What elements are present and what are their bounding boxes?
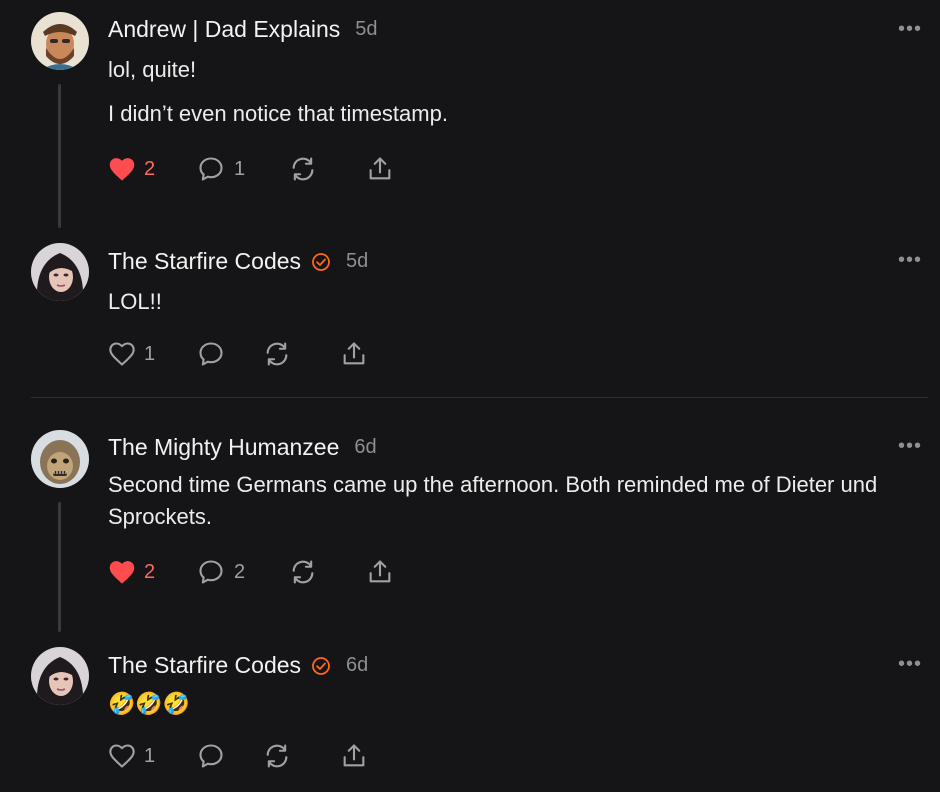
verified-badge-icon [311, 656, 331, 676]
timestamp[interactable]: 5d [355, 18, 377, 41]
reply-count: 1 [234, 157, 246, 180]
comment-header: The Mighty Humanzee 6d [108, 434, 377, 461]
avatar[interactable] [31, 12, 89, 70]
avatar-starfire-icon [31, 243, 89, 301]
reply-button[interactable] [196, 742, 262, 770]
avatar[interactable] [31, 243, 89, 301]
restack-icon [292, 157, 314, 181]
like-button[interactable]: 1 [108, 341, 196, 367]
reply-count: 2 [234, 560, 246, 583]
restack-button[interactable] [288, 558, 366, 586]
speech-bubble-icon [199, 560, 223, 584]
comment-header: Andrew | Dad Explains 5d [108, 16, 378, 43]
restack-button[interactable] [262, 340, 340, 368]
comment-paragraph: Second time Germans came up the afternoo… [108, 472, 878, 529]
comment-body: LOL!! [108, 286, 923, 318]
speech-bubble-icon [199, 744, 223, 768]
avatar-starfire-icon [31, 647, 89, 705]
like-count: 2 [144, 560, 156, 583]
share-icon [369, 157, 391, 180]
share-button[interactable] [340, 340, 368, 368]
heart-outline-icon [109, 342, 135, 366]
timestamp[interactable]: 6d [354, 436, 376, 459]
more-options-icon[interactable]: ••• [898, 19, 922, 39]
comment-paragraph: lol, quite! [108, 57, 197, 82]
speech-bubble-icon [199, 157, 223, 181]
timestamp[interactable]: 6d [346, 654, 368, 677]
restack-button[interactable] [288, 155, 366, 183]
comment-actions: 1 [108, 742, 368, 770]
comment-body: 🤣🤣🤣 [108, 688, 923, 720]
author-name[interactable]: The Starfire Codes [108, 248, 301, 275]
comment: The Starfire Codes 5d ••• LOL!! 1 [0, 240, 940, 396]
comment-paragraph: LOL!! [108, 289, 162, 314]
like-button[interactable]: 1 [108, 743, 196, 769]
author-name[interactable]: The Starfire Codes [108, 652, 301, 679]
comment-body: lol, quite! I didn’t even notice that ti… [108, 54, 923, 130]
comment-paragraph: 🤣🤣🤣 [108, 691, 191, 716]
comment-actions: 2 1 [108, 155, 394, 183]
avatar-humanzee-icon [31, 430, 89, 488]
share-icon [369, 560, 391, 583]
author-name[interactable]: The Mighty Humanzee [108, 434, 339, 461]
comment: The Mighty Humanzee 6d ••• Second time G… [0, 398, 940, 638]
restack-button[interactable] [262, 742, 340, 770]
share-button[interactable] [366, 155, 394, 183]
restack-icon [292, 560, 314, 584]
more-options-icon[interactable]: ••• [898, 654, 922, 674]
like-count: 2 [144, 157, 156, 180]
author-name[interactable]: Andrew | Dad Explains [108, 16, 340, 43]
avatar[interactable] [31, 647, 89, 705]
comment-actions: 2 2 [108, 558, 394, 586]
avatar-andrew-icon [31, 12, 89, 70]
comment-body: Second time Germans came up the afternoo… [108, 469, 923, 533]
avatar[interactable] [31, 430, 89, 488]
thread-line [58, 502, 61, 632]
reply-button[interactable] [196, 340, 262, 368]
like-button[interactable]: 2 [108, 156, 196, 182]
restack-icon [266, 744, 288, 768]
verified-badge-icon [311, 252, 331, 272]
like-count: 1 [144, 342, 156, 365]
heart-filled-icon [109, 158, 135, 181]
comment-actions: 1 [108, 340, 368, 368]
timestamp[interactable]: 5d [346, 250, 368, 273]
reply-button[interactable]: 2 [196, 558, 288, 586]
share-icon [343, 744, 365, 767]
comment-header: The Starfire Codes 6d [108, 652, 368, 679]
comment: Andrew | Dad Explains 5d ••• lol, quite!… [0, 0, 940, 240]
heart-filled-icon [109, 561, 135, 584]
more-options-icon[interactable]: ••• [898, 250, 922, 270]
like-button[interactable]: 2 [108, 559, 196, 585]
comment-header: The Starfire Codes 5d [108, 248, 368, 275]
speech-bubble-icon [199, 342, 223, 366]
reply-button[interactable]: 1 [196, 155, 288, 183]
comment-paragraph: I didn’t even notice that timestamp. [108, 101, 448, 126]
thread-line [58, 84, 61, 228]
more-options-icon[interactable]: ••• [898, 436, 922, 456]
share-icon [343, 342, 365, 365]
share-button[interactable] [340, 742, 368, 770]
heart-outline-icon [109, 744, 135, 768]
share-button[interactable] [366, 558, 394, 586]
restack-icon [266, 342, 288, 366]
like-count: 1 [144, 744, 156, 767]
comment: The Starfire Codes 6d ••• 🤣🤣🤣 1 [0, 638, 940, 792]
